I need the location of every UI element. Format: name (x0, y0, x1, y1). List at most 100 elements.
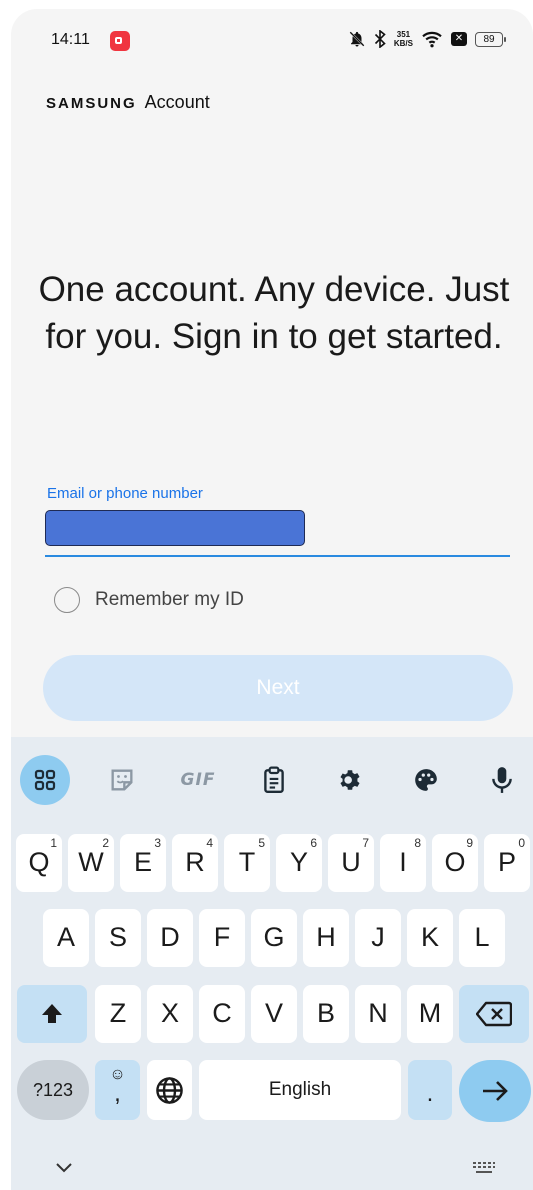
shift-icon (42, 1004, 62, 1023)
key-label: E (133, 847, 152, 877)
key-f[interactable]: F (199, 909, 245, 967)
palette-icon[interactable] (401, 755, 451, 805)
screen-record-icon (110, 31, 130, 51)
key-n[interactable]: N (355, 985, 401, 1043)
status-bar: 14:11 351 KB/S ✕ 89 (11, 9, 533, 64)
key-number-hint: 8 (414, 836, 421, 850)
key-b[interactable]: B (303, 985, 349, 1043)
sticker-icon[interactable] (97, 755, 147, 805)
battery-icon: 89 (475, 31, 506, 47)
key-y[interactable]: Y6 (276, 834, 322, 892)
email-field-label: Email or phone number (47, 485, 203, 502)
x-icon: ✕ (451, 32, 467, 46)
key-p[interactable]: P0 (484, 834, 530, 892)
keyboard-switch-icon[interactable] (472, 1161, 496, 1175)
language-key[interactable] (147, 1060, 192, 1120)
key-number-hint: 0 (518, 836, 525, 850)
key-h[interactable]: H (303, 909, 349, 967)
enter-key[interactable] (459, 1060, 531, 1122)
key-x[interactable]: X (147, 985, 193, 1043)
key-number-hint: 5 (258, 836, 265, 850)
key-label: U (341, 847, 361, 877)
key-number-hint: 6 (310, 836, 317, 850)
key-label: A (56, 922, 75, 952)
key-label: T (238, 847, 256, 877)
soft-keyboard: G I F ?123 ☺ , English . Q 1 W 2 E 3 R 4 T… (11, 737, 533, 1190)
key-label: Q (28, 847, 50, 877)
key-d[interactable]: D (147, 909, 193, 967)
key-label: M (418, 998, 442, 1028)
samsung-logo: SAMSUNG (46, 95, 137, 112)
key-z[interactable]: Z (95, 985, 141, 1043)
key-v[interactable]: V (251, 985, 297, 1043)
key-label: K (420, 922, 439, 952)
key-label: H (316, 922, 336, 952)
wifi-icon (422, 31, 442, 48)
remember-id-label: Remember my ID (95, 589, 244, 610)
hide-keyboard-icon[interactable] (55, 1162, 73, 1174)
clipboard-icon[interactable] (249, 755, 299, 805)
key-j[interactable]: J (355, 909, 401, 967)
key-label: O (444, 847, 466, 877)
key-label: W (78, 847, 104, 877)
key-label: B (316, 998, 335, 1028)
apps-icon[interactable] (20, 755, 70, 805)
key-k[interactable]: K (407, 909, 453, 967)
gif-label: GIF (180, 770, 216, 790)
key-w[interactable]: W2 (68, 834, 114, 892)
globe-icon (156, 1077, 183, 1104)
email-field[interactable] (45, 510, 305, 546)
key-label: L (474, 922, 490, 952)
key-label: I (399, 847, 407, 877)
period-key[interactable]: . (408, 1060, 452, 1120)
key-number-hint: 4 (206, 836, 213, 850)
mic-icon[interactable] (477, 755, 527, 805)
key-m[interactable]: M (407, 985, 453, 1043)
key-number-hint: 2 (102, 836, 109, 850)
shift-key[interactable] (17, 985, 87, 1043)
settings-icon[interactable] (325, 755, 375, 805)
key-u[interactable]: U7 (328, 834, 374, 892)
email-field-underline (45, 555, 510, 557)
key-label: F (213, 922, 231, 952)
key-g[interactable]: G (251, 909, 297, 967)
key-e[interactable]: E3 (120, 834, 166, 892)
gif-icon[interactable]: GIF (173, 755, 223, 805)
symbols-key[interactable]: ?123 (17, 1060, 89, 1120)
status-time: 14:11 (51, 31, 90, 48)
network-speed: 351 KB/S (393, 30, 413, 48)
backspace-icon (476, 1001, 512, 1027)
key-r[interactable]: R4 (172, 834, 218, 892)
remember-id-radio[interactable] (54, 587, 80, 613)
key-t[interactable]: T5 (224, 834, 270, 892)
key-s[interactable]: S (95, 909, 141, 967)
space-key[interactable]: English (199, 1060, 401, 1120)
remember-id-checkbox[interactable]: Remember my ID (54, 587, 244, 613)
key-label: P (497, 847, 516, 877)
key-label: S (108, 922, 127, 952)
key-label: G (263, 922, 285, 952)
backspace-key[interactable] (459, 985, 529, 1043)
key-label: X (160, 998, 179, 1028)
key-label: N (368, 998, 388, 1028)
emoji-comma-key[interactable]: ☺ , (95, 1060, 140, 1120)
key-o[interactable]: O9 (432, 834, 478, 892)
bluetooth-icon (374, 30, 386, 48)
key-label: Z (109, 998, 127, 1028)
key-i[interactable]: I8 (380, 834, 426, 892)
page-headline: One account. Any device. Just for you. S… (38, 270, 510, 356)
key-a[interactable]: A (43, 909, 89, 967)
key-number-hint: 1 (50, 836, 57, 850)
key-label: C (212, 998, 232, 1028)
key-number-hint: 9 (466, 836, 473, 850)
status-icons: 351 KB/S ✕ 89 (348, 27, 506, 51)
key-label: R (185, 847, 205, 877)
key-c[interactable]: C (199, 985, 245, 1043)
key-q[interactable]: Q1 (16, 834, 62, 892)
account-label: Account (144, 92, 210, 112)
key-l[interactable]: L (459, 909, 505, 967)
arrow-right-icon (483, 1081, 508, 1101)
key-label: J (371, 922, 385, 952)
next-button[interactable]: Next (43, 655, 513, 721)
key-label: Y (289, 847, 308, 877)
